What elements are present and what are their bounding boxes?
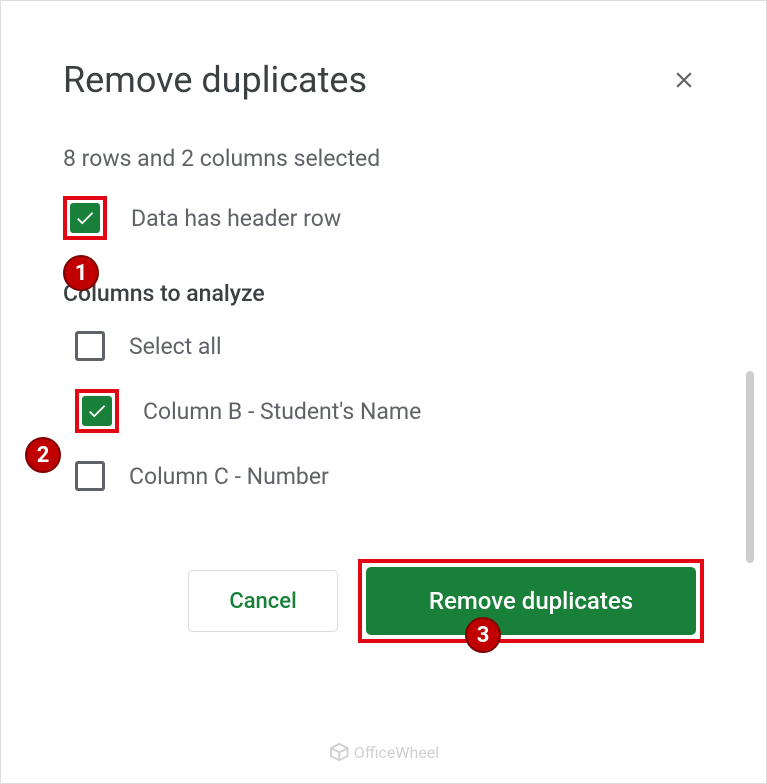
columns-list: Select all Column B - Student's Name Col… xyxy=(63,331,704,491)
header-row-option: Data has header row xyxy=(63,196,704,240)
annotation-callout-2: 2 xyxy=(25,437,61,473)
remove-duplicates-button[interactable]: Remove duplicates xyxy=(366,567,696,635)
column-c-checkbox[interactable] xyxy=(75,461,105,491)
watermark-text: OfficeWheel xyxy=(354,743,439,762)
dialog-header: Remove duplicates xyxy=(63,59,704,101)
checkmark-icon xyxy=(74,207,96,229)
close-icon xyxy=(671,67,697,93)
column-option-c: Column C - Number xyxy=(75,461,704,491)
cancel-button[interactable]: Cancel xyxy=(188,570,338,632)
column-b-label: Column B - Student's Name xyxy=(143,398,421,425)
column-c-label: Column C - Number xyxy=(129,463,329,490)
watermark: OfficeWheel xyxy=(328,741,439,763)
columns-section-title: Columns to analyze xyxy=(63,280,704,307)
annotation-callout-3: 3 xyxy=(465,617,501,653)
watermark-icon xyxy=(328,741,350,763)
scrollbar[interactable] xyxy=(746,371,754,563)
annotation-highlight-1 xyxy=(63,196,107,240)
header-row-checkbox[interactable] xyxy=(70,203,100,233)
select-all-option: Select all xyxy=(75,331,704,361)
checkmark-icon xyxy=(86,400,108,422)
annotation-highlight-3: Remove duplicates xyxy=(358,559,704,643)
column-option-b: Column B - Student's Name xyxy=(75,389,704,433)
header-row-label: Data has header row xyxy=(131,205,341,232)
select-all-checkbox[interactable] xyxy=(75,331,105,361)
close-button[interactable] xyxy=(664,60,704,100)
dialog-footer: Cancel Remove duplicates xyxy=(63,559,704,643)
selection-info: 8 rows and 2 columns selected xyxy=(63,145,704,172)
dialog-title: Remove duplicates xyxy=(63,59,367,101)
annotation-highlight-2 xyxy=(75,389,119,433)
column-b-checkbox[interactable] xyxy=(82,396,112,426)
annotation-callout-1: 1 xyxy=(63,255,99,291)
remove-duplicates-dialog: Remove duplicates 8 rows and 2 columns s… xyxy=(15,15,752,769)
select-all-label: Select all xyxy=(129,333,222,360)
